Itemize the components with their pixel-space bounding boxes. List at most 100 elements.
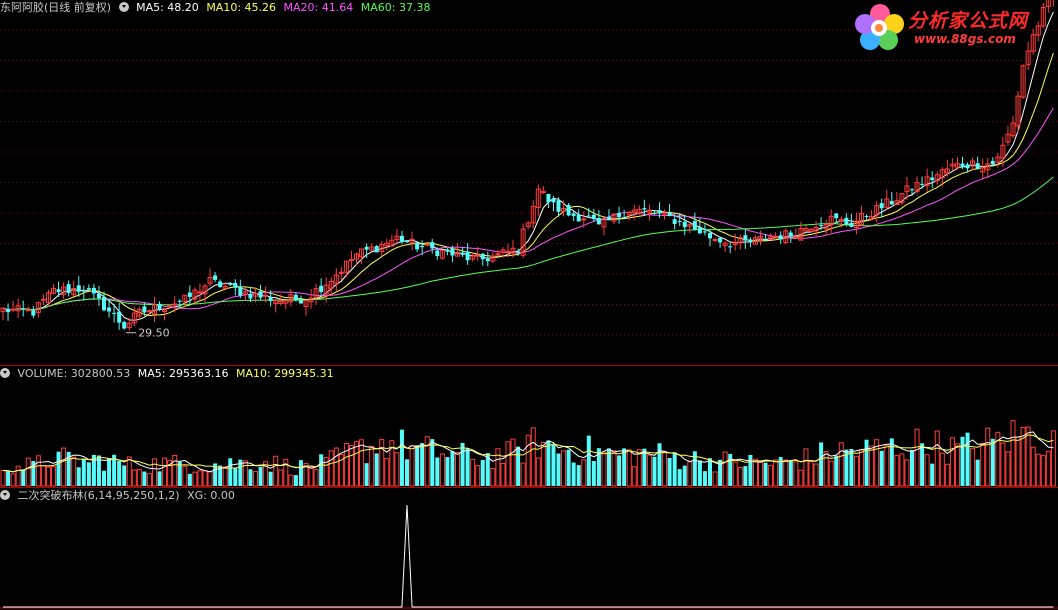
volume-ma10-value: MA10: 299345.31 (235, 367, 334, 380)
candle (218, 279, 223, 288)
volume-bar (505, 441, 511, 487)
candle (122, 320, 127, 330)
candle-body (571, 213, 576, 217)
candle (369, 243, 375, 251)
volume-bar (126, 456, 132, 487)
candle (1052, 0, 1054, 7)
candle (944, 159, 950, 177)
volume-bar (136, 468, 142, 487)
volume-bar (743, 466, 748, 486)
dropdown-icon[interactable] (118, 2, 129, 12)
dropdown-icon[interactable] (0, 490, 10, 500)
candle (338, 266, 344, 280)
volume-bar (172, 455, 178, 487)
volume-bar (40, 465, 46, 487)
volume-bar (712, 471, 718, 487)
volume-bar (697, 460, 702, 486)
candle-body (708, 233, 712, 239)
candle (66, 280, 71, 297)
candle (207, 268, 213, 287)
volume-bar (293, 475, 298, 486)
candle (636, 205, 642, 215)
volume-bar (652, 456, 657, 486)
candle-body (177, 300, 182, 302)
candle-body (930, 177, 935, 181)
candle-body (657, 210, 662, 214)
candle-body (465, 251, 470, 261)
volume-bar (834, 455, 839, 486)
volume-bar (81, 458, 86, 486)
volume-bar (556, 453, 561, 486)
candle-body (445, 249, 450, 252)
volume-bar (450, 450, 455, 486)
candle (576, 209, 581, 222)
volume-bar (202, 470, 208, 487)
candle (692, 212, 697, 231)
candle-body (712, 239, 718, 242)
volume-bar (823, 450, 829, 487)
candle (76, 276, 81, 297)
candle-body (21, 308, 26, 310)
stock-title[interactable]: 东阿阿胶(日线 前复权) (0, 1, 111, 14)
candle (31, 306, 36, 319)
candle (546, 193, 551, 208)
volume-bar (187, 473, 192, 486)
stock-chart[interactable]: 29.50 (0, 0, 1058, 610)
candle-body (40, 298, 46, 301)
candle-body (348, 259, 354, 262)
ma20-line (2, 107, 1054, 311)
volume-bar (288, 474, 294, 487)
candle-body (102, 296, 106, 311)
site-logo: 分析家公式网 www.88gs.com (852, 2, 1052, 54)
volume-bar (409, 445, 415, 487)
candle-body (31, 310, 36, 316)
volume-bar (495, 448, 501, 487)
candle (914, 176, 920, 194)
candle-body (788, 232, 793, 237)
volume-bar (10, 473, 16, 487)
candle (591, 208, 596, 222)
dropdown-icon[interactable] (0, 368, 10, 378)
candle (667, 203, 672, 217)
volume-bar (819, 442, 824, 486)
candle (71, 280, 77, 297)
candle (445, 248, 450, 256)
volume-bar (783, 459, 789, 487)
volume-bar (687, 461, 693, 487)
candle-body (10, 308, 16, 311)
candle (803, 225, 809, 232)
candle (61, 282, 67, 299)
candle (949, 158, 955, 172)
candle (535, 184, 541, 216)
volume-bar (853, 455, 859, 487)
volume-bar (51, 466, 56, 487)
indicator-panel-header: 二次突破布林(6,14,95,250,1,2) XG: 0.00 (0, 488, 239, 504)
volume-bar (480, 460, 485, 486)
candle-body (844, 217, 849, 225)
candle-body (960, 163, 965, 168)
volume-bar (914, 428, 920, 487)
volume-ma5-value: MA5: 295363.16 (137, 367, 229, 380)
candle-body (551, 198, 556, 203)
candle (985, 158, 991, 179)
candle-body (450, 248, 455, 256)
candle-body (596, 218, 601, 225)
candle-body (435, 250, 440, 257)
volume-bar (399, 429, 404, 486)
volume-bar (374, 453, 379, 486)
volume-bar (333, 447, 339, 487)
candle (934, 171, 940, 185)
volume-bar (702, 471, 707, 486)
candle (192, 287, 198, 305)
volume-bar (102, 470, 106, 486)
candle (980, 158, 986, 179)
candle (728, 243, 733, 254)
candle (525, 221, 531, 230)
volume-bar (904, 459, 910, 487)
candle-body (218, 281, 223, 288)
candle (348, 250, 354, 269)
volume-bar (591, 461, 596, 486)
volume-bar (1030, 446, 1036, 487)
candle-body (546, 194, 551, 203)
candle-body (889, 201, 894, 205)
